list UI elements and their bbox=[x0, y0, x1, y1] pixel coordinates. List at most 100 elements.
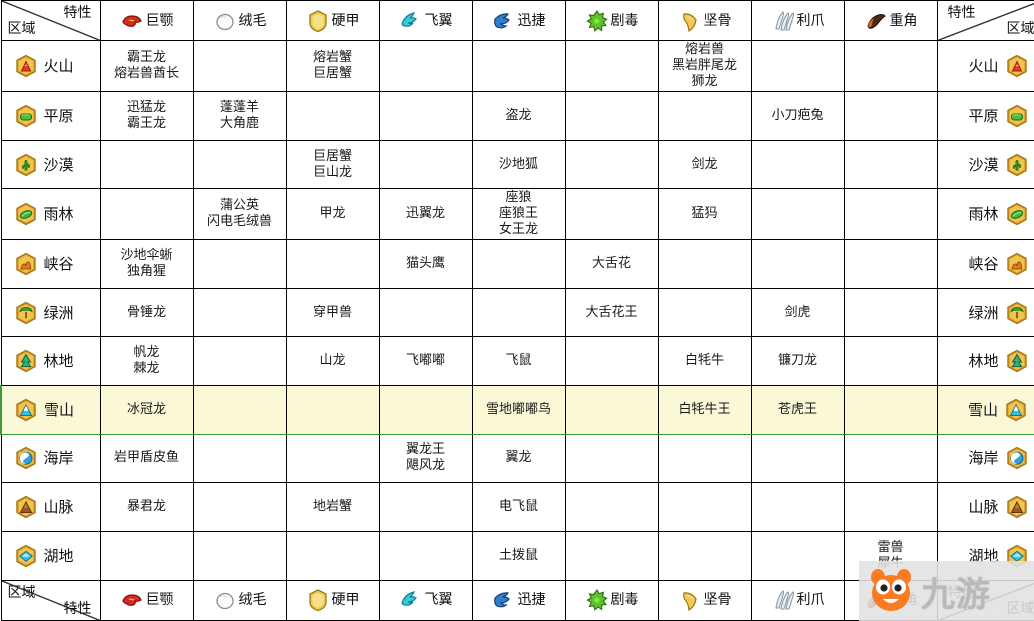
corner-header-tr: 特性 区域 bbox=[936, 0, 1034, 42]
region-cell-right[interactable]: 山脉 bbox=[936, 482, 1034, 532]
region-cell-right[interactable]: 林地 bbox=[936, 336, 1034, 386]
creature-list: 沙地狐 bbox=[498, 156, 538, 172]
creature-list: 甲龙 bbox=[319, 206, 346, 222]
trait-header-jaw[interactable]: 巨颚 bbox=[99, 0, 194, 42]
matrix-cell bbox=[564, 188, 659, 241]
matrix-cell: 熔岩蟹 巨居蟹 bbox=[285, 40, 380, 93]
creature-list: 帆龙 棘龙 bbox=[133, 345, 160, 377]
creature-list: 暴君龙 bbox=[126, 499, 166, 515]
trait-header-swift[interactable]: 迅捷 bbox=[471, 0, 566, 42]
matrix-cell bbox=[843, 433, 938, 484]
creature-list: 小刀疤兔 bbox=[771, 107, 824, 123]
creature-list: 蒲公英 闪电毛绒兽 bbox=[206, 198, 272, 230]
trait-header-claw[interactable]: 利爪 bbox=[750, 579, 845, 621]
table-row: 平原 迅猛龙 霸王龙 蓬蓬羊 大角鹿 盗龙 小刀疤兔 平原 bbox=[0, 91, 1034, 141]
creature-list: 熔岩蟹 巨居蟹 bbox=[312, 50, 352, 82]
region-cell-left[interactable]: 沙漠 bbox=[0, 139, 101, 190]
creature-list: 白牦牛王 bbox=[678, 401, 731, 417]
matrix-cell bbox=[99, 530, 194, 581]
matrix-cell: 迅翼龙 bbox=[378, 188, 473, 241]
trait-header-poison[interactable]: 剧毒 bbox=[564, 0, 659, 42]
trait-label: 硬甲 bbox=[331, 12, 360, 29]
region-cell-right[interactable]: 沙漠 bbox=[936, 139, 1034, 190]
trait-header-bone[interactable]: 坚骨 bbox=[657, 579, 752, 621]
trait-header-shell[interactable]: 硬甲 bbox=[285, 579, 380, 621]
table-row: 海岸 岩甲盾皮鱼 翼龙王 飓风龙 翼龙 海岸 bbox=[0, 433, 1034, 484]
table-row: 沙漠 巨居蟹 巨山龙 沙地狐 剑龙 沙漠 bbox=[0, 139, 1034, 190]
matrix-cell bbox=[564, 530, 659, 581]
region-cell-right[interactable]: 火山 bbox=[936, 40, 1034, 93]
matrix-cell: 大舌花王 bbox=[564, 287, 659, 338]
region-cell-left[interactable]: 湖地 bbox=[0, 530, 101, 581]
region-cell-left[interactable]: 林地 bbox=[0, 336, 101, 386]
region-label: 平原 bbox=[968, 106, 999, 125]
trait-label: 迅捷 bbox=[517, 12, 546, 29]
bone-icon bbox=[678, 588, 702, 612]
creature-list: 猛犸 bbox=[691, 206, 718, 222]
creature-list: 迅猛龙 霸王龙 bbox=[126, 99, 166, 131]
table-row: 火山 霸王龙 熔岩兽酋长 熔岩蟹 巨居蟹 熔岩兽 黑岩胖尾龙 狮龙 火山 bbox=[0, 40, 1034, 93]
trait-header-poison[interactable]: 剧毒 bbox=[564, 579, 659, 621]
region-cell-left[interactable]: 绿洲 bbox=[0, 287, 101, 338]
snow-mountain-icon bbox=[1004, 398, 1028, 422]
matrix-cell: 甲龙 bbox=[285, 188, 380, 241]
claw-icon bbox=[771, 588, 795, 612]
claw-icon bbox=[771, 9, 795, 33]
matrix-cell: 猫头鹰 bbox=[378, 239, 473, 289]
matrix-cell bbox=[192, 482, 287, 532]
region-cell-left[interactable]: 雪山 bbox=[0, 384, 101, 435]
matrix-cell: 土拨鼠 bbox=[471, 530, 566, 581]
region-label: 海岸 bbox=[43, 449, 74, 468]
trait-header-wing[interactable]: 飞翼 bbox=[378, 0, 473, 42]
region-cell-right[interactable]: 峡谷 bbox=[936, 239, 1034, 289]
region-cell-right[interactable]: 平原 bbox=[936, 91, 1034, 141]
region-cell-left[interactable]: 海岸 bbox=[0, 433, 101, 484]
wing-icon bbox=[399, 588, 423, 612]
fluff-icon bbox=[213, 9, 237, 33]
trait-header-horn[interactable]: 重角 bbox=[843, 0, 938, 42]
region-cell-right[interactable]: 海岸 bbox=[936, 433, 1034, 484]
matrix-cell bbox=[843, 139, 938, 190]
trait-header-fluff[interactable]: 绒毛 bbox=[192, 0, 287, 42]
creature-list: 蓬蓬羊 大角鹿 bbox=[219, 99, 259, 131]
region-cell-right[interactable]: 绿洲 bbox=[936, 287, 1034, 338]
matrix-cell: 冰冠龙 bbox=[99, 384, 194, 435]
rainforest-icon bbox=[14, 202, 38, 226]
region-cell-left[interactable]: 火山 bbox=[0, 40, 101, 93]
matrix-cell: 沙地狐 bbox=[471, 139, 566, 190]
creature-list: 巨居蟹 巨山龙 bbox=[312, 148, 352, 180]
region-cell-left[interactable]: 平原 bbox=[0, 91, 101, 141]
matrix-cell bbox=[564, 482, 659, 532]
region-cell-right[interactable]: 雨林 bbox=[936, 188, 1034, 241]
trait-header-claw[interactable]: 利爪 bbox=[750, 0, 845, 42]
creature-list: 镰刀龙 bbox=[777, 353, 817, 369]
trait-header-wing[interactable]: 飞翼 bbox=[378, 579, 473, 621]
creature-list: 骨锤龙 bbox=[126, 304, 166, 320]
region-cell-left[interactable]: 山脉 bbox=[0, 482, 101, 532]
matrix-cell: 蓬蓬羊 大角鹿 bbox=[192, 91, 287, 141]
matrix-cell bbox=[285, 530, 380, 581]
matrix-cell bbox=[285, 384, 380, 435]
matrix-cell bbox=[657, 482, 752, 532]
trait-header-shell[interactable]: 硬甲 bbox=[285, 0, 380, 42]
matrix-cell: 巨居蟹 巨山龙 bbox=[285, 139, 380, 190]
region-cell-left[interactable]: 峡谷 bbox=[0, 239, 101, 289]
trait-label: 飞翼 bbox=[424, 12, 453, 29]
table-row: 林地 帆龙 棘龙 山龙 飞嘟嘟 飞鼠 白牦牛 镰刀龙 林地 bbox=[0, 336, 1034, 386]
trait-header-swift[interactable]: 迅捷 bbox=[471, 579, 566, 621]
region-label: 火山 bbox=[43, 57, 74, 76]
trait-header-jaw[interactable]: 巨颚 bbox=[99, 579, 194, 621]
matrix-cell bbox=[843, 287, 938, 338]
trait-header-fluff[interactable]: 绒毛 bbox=[192, 579, 287, 621]
jaw-icon bbox=[120, 588, 144, 612]
matrix-cell: 小刀疤兔 bbox=[750, 91, 845, 141]
matrix-cell bbox=[99, 188, 194, 241]
region-cell-left[interactable]: 雨林 bbox=[0, 188, 101, 241]
region-cell-right[interactable]: 雪山 bbox=[936, 384, 1034, 435]
canyon-icon bbox=[14, 252, 38, 276]
trait-header-bone[interactable]: 坚骨 bbox=[657, 0, 752, 42]
matrix-cell bbox=[378, 384, 473, 435]
matrix-cell bbox=[750, 530, 845, 581]
matrix-cell: 帆龙 棘龙 bbox=[99, 336, 194, 386]
matrix-cell: 迅猛龙 霸王龙 bbox=[99, 91, 194, 141]
